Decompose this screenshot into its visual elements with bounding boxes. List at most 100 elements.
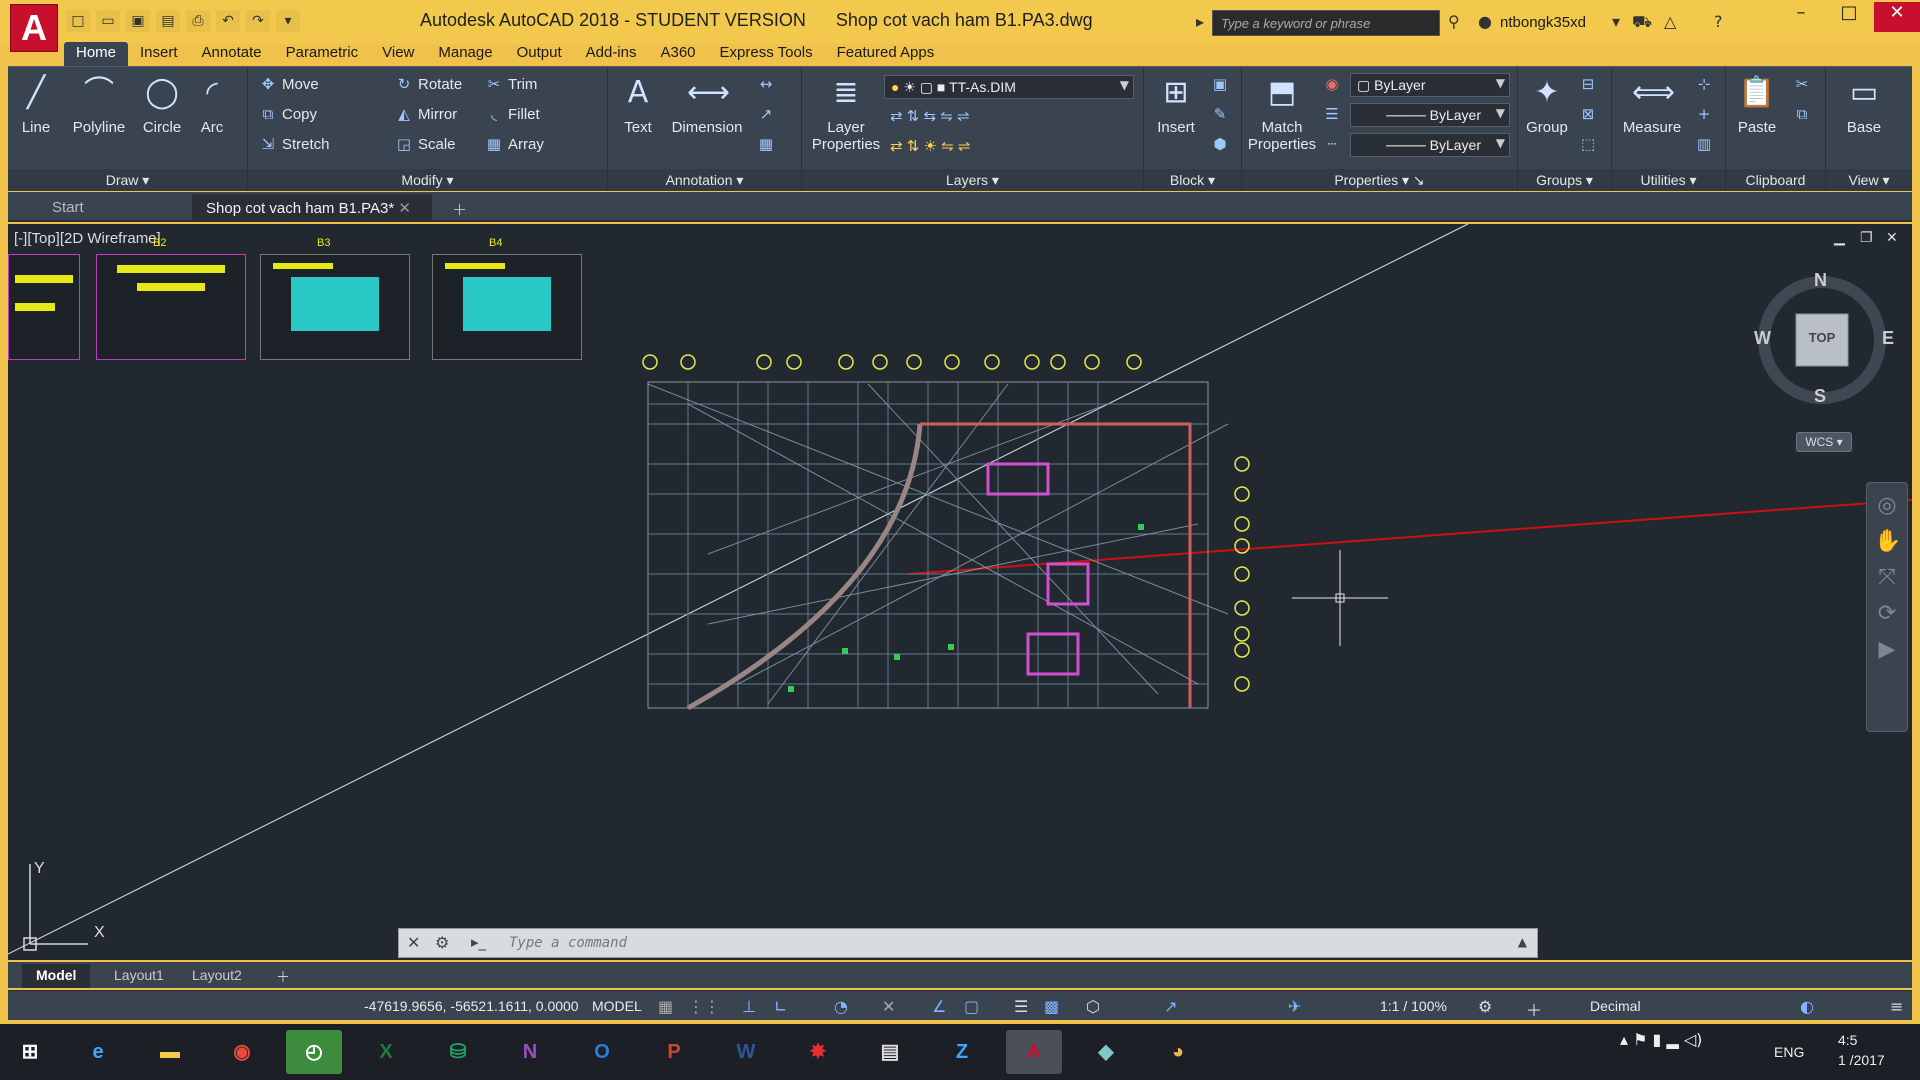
help-icon[interactable]: ? xyxy=(1714,12,1723,31)
camera-app-icon[interactable]: ◴ xyxy=(286,1030,342,1074)
notes-app-icon[interactable]: ◆ xyxy=(1078,1030,1134,1074)
tray-icons[interactable]: ▴ ⚑ ▮ ▂ ◁) xyxy=(1620,1030,1702,1049)
viewport-restore-icon[interactable]: ❐ xyxy=(1860,230,1873,246)
modify-panel-title[interactable]: Modify ▾ xyxy=(248,169,607,191)
chrome-icon[interactable]: ◉ xyxy=(214,1030,270,1074)
drawing-canvas[interactable]: [-][Top][2D Wireframe] ▁ ❐ ✕ B2 B3 B4 N … xyxy=(8,224,1912,960)
view-panel-title[interactable]: View ▾ xyxy=(1826,169,1912,191)
layer-tools-row1-icon[interactable]: ⇄ ⇅ ⇆ ⇋ ⇌ xyxy=(890,107,970,125)
customize-qat-icon[interactable]: ▾ xyxy=(276,10,300,32)
clipboard-panel-title[interactable]: Clipboard xyxy=(1726,169,1825,191)
line-button[interactable]: ╱ Line xyxy=(14,73,58,136)
utilities-panel-title[interactable]: Utilities ▾ xyxy=(1612,169,1725,191)
save-as-icon[interactable]: ▤ xyxy=(156,10,180,32)
orbit-icon[interactable]: ⟳ xyxy=(1874,601,1900,627)
draw-panel-title[interactable]: Draw ▾ xyxy=(8,169,247,191)
groups-panel-title[interactable]: Groups ▾ xyxy=(1518,169,1611,191)
tab-annotate[interactable]: Annotate xyxy=(190,42,274,66)
outlook-icon[interactable]: O xyxy=(574,1030,630,1074)
zoom-extents-icon[interactable]: ⤧ xyxy=(1874,565,1900,591)
tab-active-drawing[interactable]: Shop cot vach ham B1.PA3* ✕ xyxy=(192,194,432,222)
quick-select-icon[interactable]: ⊹ xyxy=(1694,75,1718,93)
undo-icon[interactable]: ↶ xyxy=(216,10,240,32)
stretch-button[interactable]: ⇲ Stretch xyxy=(258,135,330,153)
annotation-scale[interactable]: 1:1 / 100% xyxy=(1380,998,1447,1014)
group-edit-icon[interactable]: ⊠ xyxy=(1578,105,1602,123)
group-button[interactable]: ✦ Group xyxy=(1522,73,1572,136)
new-icon[interactable]: □ xyxy=(66,10,90,32)
trim-button[interactable]: ✂ Trim xyxy=(484,75,538,93)
security-app-icon[interactable]: ✸ xyxy=(790,1030,846,1074)
rotate-button[interactable]: ↻ Rotate xyxy=(394,75,463,93)
array-button[interactable]: ▦ Array xyxy=(484,135,544,153)
move-button[interactable]: ✥ Move xyxy=(258,75,319,93)
tab-layout1[interactable]: Layout1 xyxy=(100,964,178,988)
group-select-icon[interactable]: ⬚ xyxy=(1578,135,1602,153)
clock-date[interactable]: 1 /2017 xyxy=(1838,1052,1885,1068)
close-command-icon[interactable]: ✕ xyxy=(407,933,420,952)
search-arrow-icon[interactable]: ▸ xyxy=(1196,12,1204,31)
store-icon[interactable]: ⛁ xyxy=(430,1030,486,1074)
tab-view[interactable]: View xyxy=(370,42,426,66)
photos-app-icon[interactable]: ▤ xyxy=(862,1030,918,1074)
isodraft-icon[interactable]: ✕ xyxy=(882,997,895,1016)
customize-icon[interactable]: ⚙ xyxy=(435,933,449,952)
tab-manage[interactable]: Manage xyxy=(426,42,504,66)
point-icon[interactable]: + xyxy=(1694,105,1718,123)
autocad-taskbar-icon[interactable]: A xyxy=(1006,1030,1062,1074)
annotation-monitor-icon[interactable]: ＋ xyxy=(1526,997,1542,1021)
showmotion-icon[interactable]: ▶ xyxy=(1874,637,1900,663)
lineweight-toggle-icon[interactable]: ☰ xyxy=(1014,997,1028,1016)
dynamic-ucs-icon[interactable]: ↗ xyxy=(1164,997,1177,1016)
compass-west[interactable]: W xyxy=(1754,328,1771,349)
linetype-dropdown[interactable]: ──── ByLayer ▼ xyxy=(1350,133,1510,157)
properties-panel-title[interactable]: Properties ▾ ↘ xyxy=(1242,169,1517,191)
command-prompt-icon[interactable]: ▸_ xyxy=(471,933,486,951)
save-icon[interactable]: ▣ xyxy=(126,10,150,32)
arc-button[interactable]: ◜ Arc xyxy=(192,73,232,136)
command-input[interactable]: Type a command xyxy=(509,935,627,951)
tab-parametric[interactable]: Parametric xyxy=(274,42,371,66)
tab-insert[interactable]: Insert xyxy=(128,42,190,66)
excel-icon[interactable]: X xyxy=(358,1030,414,1074)
paste-button[interactable]: 📋 Paste xyxy=(1732,73,1782,136)
maximize-button[interactable]: □ xyxy=(1826,2,1872,32)
copy-button[interactable]: ⧉ Copy xyxy=(258,105,317,123)
close-tab-icon[interactable]: ✕ xyxy=(398,200,411,217)
tab-model[interactable]: Model xyxy=(22,964,91,988)
add-layout-icon[interactable]: ＋ xyxy=(262,964,304,988)
model-space-toggle[interactable]: MODEL xyxy=(592,998,642,1014)
viewport-close-icon[interactable]: ✕ xyxy=(1886,230,1898,246)
help-search-input[interactable]: Type a keyword or phrase xyxy=(1212,10,1440,36)
units-dropdown[interactable]: Decimal xyxy=(1590,998,1641,1014)
object-snap-tracking-icon[interactable]: ∠ xyxy=(932,997,946,1016)
new-tab-icon[interactable]: ＋ xyxy=(438,194,481,222)
plot-icon[interactable]: ⎙ xyxy=(186,10,210,32)
infer-icon[interactable]: ⊥ xyxy=(742,997,756,1016)
powerpoint-icon[interactable]: P xyxy=(646,1030,702,1074)
compass-east[interactable]: E xyxy=(1882,328,1894,349)
file-explorer-icon[interactable]: ▬ xyxy=(142,1030,198,1074)
user-name[interactable]: ntbongk35xd xyxy=(1500,14,1586,31)
compass-north[interactable]: N xyxy=(1814,270,1827,291)
command-history-icon[interactable]: ▲ xyxy=(1518,935,1527,949)
match-properties-button[interactable]: ⬒ Match Properties xyxy=(1246,73,1318,153)
dropdown-icon[interactable]: ▾ xyxy=(1612,12,1620,31)
language-indicator[interactable]: ENG xyxy=(1774,1044,1804,1060)
tab-add-ins[interactable]: Add-ins xyxy=(574,42,649,66)
measure-button[interactable]: ⟺ Measure xyxy=(1616,73,1688,136)
lineweight-dropdown[interactable]: ──── ByLayer ▼ xyxy=(1350,103,1510,127)
polar-icon[interactable]: ◔ xyxy=(834,997,848,1016)
customization-icon[interactable]: ≡ xyxy=(1890,997,1903,1016)
calculator-icon[interactable]: ▥ xyxy=(1694,135,1718,153)
a360-icon[interactable]: △ xyxy=(1664,12,1676,31)
annotation-panel-title[interactable]: Annotation ▾ xyxy=(608,169,801,191)
workspace-gear-icon[interactable]: ⚙ xyxy=(1478,997,1492,1016)
compass-south[interactable]: S xyxy=(1814,386,1826,407)
onenote-icon[interactable]: N xyxy=(502,1030,558,1074)
internet-explorer-icon[interactable]: e xyxy=(70,1030,126,1074)
coordinates-readout[interactable]: -47619.9656, -56521.1611, 0.0000 xyxy=(364,998,579,1014)
block-panel-title[interactable]: Block ▾ xyxy=(1144,169,1241,191)
attribute-icon[interactable]: ⬢ xyxy=(1210,135,1234,153)
layers-panel-title[interactable]: Layers ▾ xyxy=(802,169,1143,191)
